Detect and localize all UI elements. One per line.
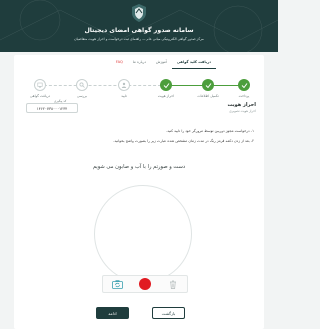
record-button[interactable] xyxy=(139,278,151,290)
step-receive xyxy=(34,79,46,91)
check-icon xyxy=(163,82,169,88)
check-icon xyxy=(205,82,211,88)
step-payment xyxy=(238,79,250,91)
step-label-review: بررسی xyxy=(76,94,88,98)
capture-phrase: دست و صورتم را با آب و صابون می شویم xyxy=(92,164,186,170)
check-icon xyxy=(241,82,247,88)
back-button[interactable]: بازگشت xyxy=(152,307,185,319)
recorder-controls xyxy=(102,275,188,293)
section-subtitle: احراز هویت تصویری xyxy=(229,109,256,113)
section-title: احراز هویت xyxy=(227,102,256,108)
camera-switch-icon xyxy=(111,279,123,289)
certificate-icon xyxy=(37,82,43,88)
tab-training[interactable]: آموزش xyxy=(151,55,172,69)
instruction-1: ۱- درخواست مجوز دوربین توسط مرورگر خود ر… xyxy=(166,129,254,133)
step-label-approve: تایید xyxy=(121,94,127,98)
app-header: سامانه صدور گواهی امضای دیجیتال مرکز صدو… xyxy=(0,0,278,52)
step-label-receive: دریافت گواهی xyxy=(29,94,51,98)
step-label-payment: پرداخت xyxy=(238,94,250,98)
main-card: دریافت کلید گواهی آموزش درباره ما FAQ پر… xyxy=(14,55,264,329)
step-identity xyxy=(160,79,172,91)
next-button[interactable]: ادامه xyxy=(96,307,129,319)
instruction-2: ۲- بعد از زدن دکمه قرمز رنگ در مدت زمان … xyxy=(113,139,254,143)
stepper-line-todo xyxy=(34,85,166,86)
tab-faq[interactable]: FAQ xyxy=(111,55,128,69)
app-subtitle: مرکز صدور گواهی الکترونیکی میانی عام — ر… xyxy=(74,37,204,41)
app-title: سامانه صدور گواهی امضای دیجیتال xyxy=(84,27,194,34)
delete-button[interactable] xyxy=(167,278,179,290)
search-icon xyxy=(79,82,85,88)
tab-about[interactable]: درباره ما xyxy=(128,55,151,69)
step-approve xyxy=(118,79,130,91)
step-complete-info xyxy=(202,79,214,91)
trash-icon xyxy=(170,280,176,289)
progress-stepper: پرداخت تکمیل اطلاعات احراز هویت تایید بر… xyxy=(14,75,264,105)
step-label-identity: احراز هویت xyxy=(157,94,175,98)
camera-switch-button[interactable] xyxy=(111,278,123,290)
shield-logo-icon xyxy=(132,4,146,22)
tracking-code-field: ۱۴۶۲۰۷۳۸۰۰۰۱۲۳۴ xyxy=(26,103,78,113)
user-icon xyxy=(121,82,127,88)
tab-bar: دریافت کلید گواهی آموزش درباره ما FAQ xyxy=(90,55,216,69)
camera-preview xyxy=(94,185,192,283)
step-label-complete-info: تکمیل اطلاعات xyxy=(197,94,219,98)
step-review xyxy=(76,79,88,91)
page: سامانه صدور گواهی امضای دیجیتال مرکز صدو… xyxy=(0,0,278,329)
tab-receive-key[interactable]: دریافت کلید گواهی xyxy=(171,55,216,69)
